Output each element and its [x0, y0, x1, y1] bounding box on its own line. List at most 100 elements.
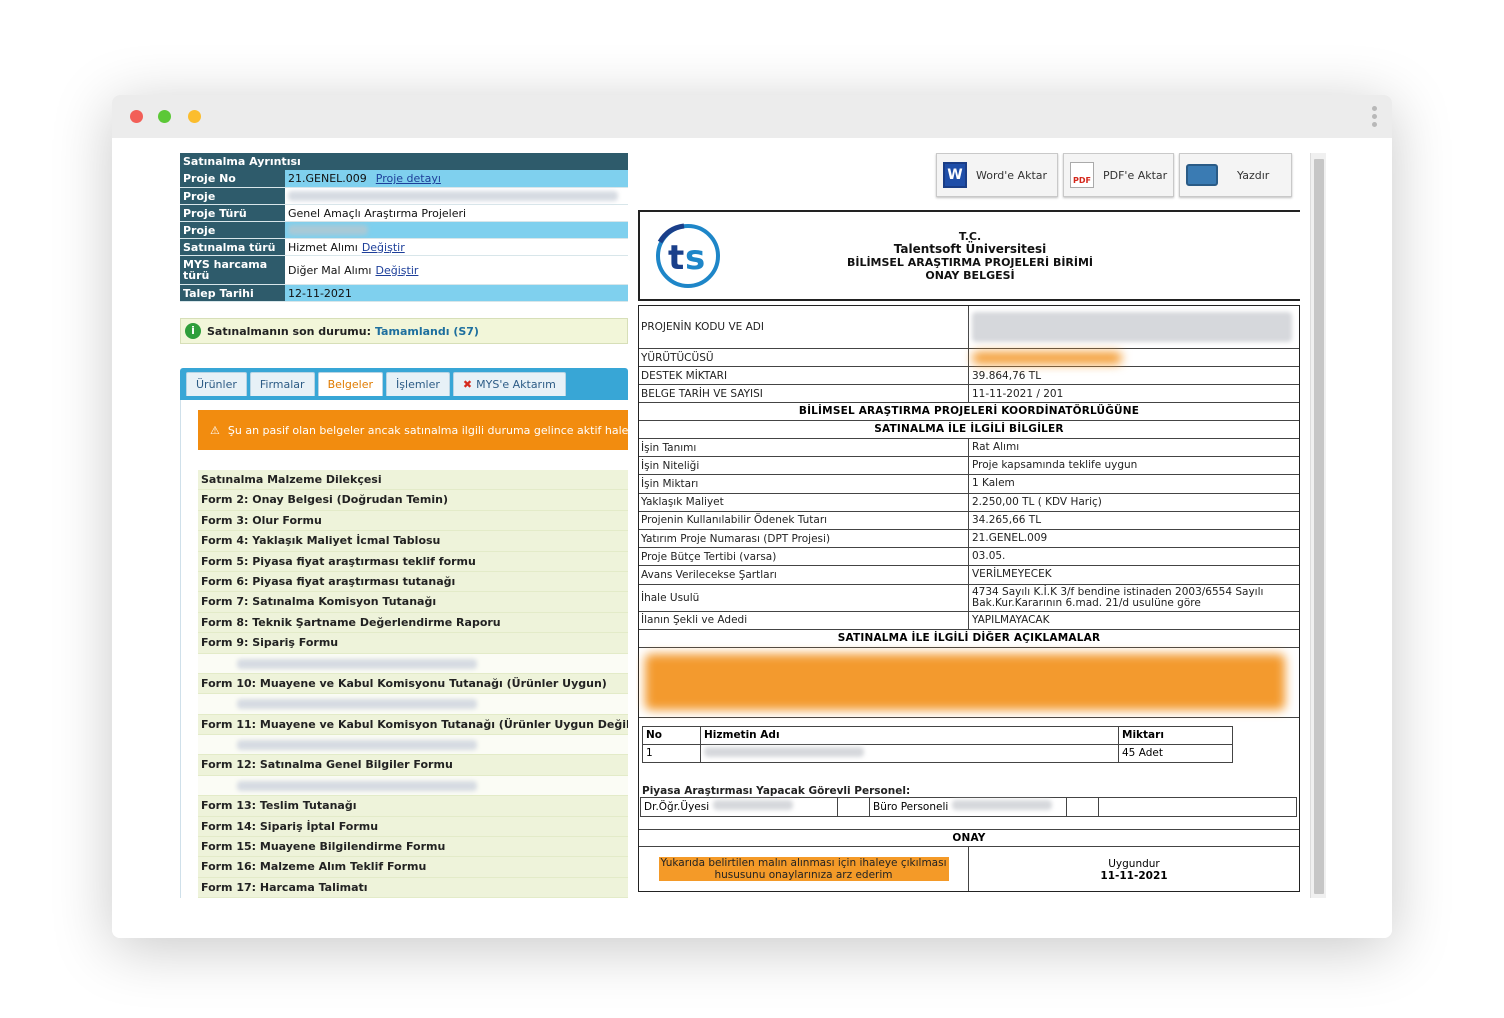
- other-notes-redacted: [639, 648, 1299, 718]
- personnel-table: Dr.Öğr.Üyesi Büro Personeli: [640, 796, 1297, 817]
- tab-mys-label: MYS'e Aktarım: [476, 378, 556, 391]
- document-list-item[interactable]: Satınalma Malzeme Dilekçesi: [198, 470, 628, 491]
- status-label: Satınalmanın son durumu:: [207, 324, 371, 338]
- warning-banner: ⚠ Şu an pasif olan belgeler ancak satına…: [198, 410, 628, 450]
- right-edge: [1326, 153, 1330, 898]
- document-list-item[interactable]: Form 8: Teknik Şartname Değerlendirme Ra…: [198, 612, 628, 634]
- tab-documents[interactable]: Belgeler: [317, 372, 384, 396]
- page-background: Satınalma Ayrıntısı Proje No 21.GENEL.00…: [0, 0, 1504, 1018]
- detail-label: Proje: [180, 188, 285, 204]
- detail-label: MYS harcama türü: [180, 256, 285, 284]
- executor-redacted: [285, 222, 628, 238]
- scrollbar-thumb[interactable]: [1314, 159, 1324, 894]
- project-detail-link[interactable]: Proje detayı: [376, 172, 441, 185]
- tab-products[interactable]: Ürünler: [186, 372, 247, 396]
- tab-mys-transfer[interactable]: ✖ MYS'e Aktarım: [452, 372, 566, 396]
- detail-row-executor: Proje Yürütücüsü: [180, 222, 628, 254]
- document-list-item[interactable]: Form 15: Muayene Bilgilendirme Formu: [198, 837, 628, 858]
- service-col-name: Hizmetin Adı: [700, 725, 1119, 745]
- form-label: DESTEK MİKTARI: [639, 367, 969, 384]
- purchase-status-bar: i Satınalmanın son durumu: Tamamlandı (S…: [180, 318, 628, 344]
- form-label: İşin Niteliği: [639, 457, 969, 475]
- window-content: Satınalma Ayrıntısı Proje No 21.GENEL.00…: [112, 138, 1392, 938]
- document-list-item[interactable]: Form 7: Satınalma Komisyon Tutanağı: [198, 592, 628, 613]
- document-list-item[interactable]: Form 2: Onay Belgesi (Doğrudan Temin): [198, 490, 628, 511]
- document-list-item[interactable]: Form 16: Malzeme Alım Teklif Formu: [198, 857, 628, 878]
- detail-table-header: Satınalma Ayrıntısı: [180, 153, 628, 170]
- change-purchase-type-link[interactable]: Değiştir: [362, 241, 405, 254]
- personnel-1: Dr.Öğr.Üyesi: [640, 796, 838, 817]
- form-row-executor: YÜRÜTÜCÜSÜ: [639, 349, 1299, 367]
- word-icon: W: [943, 162, 967, 188]
- executor-redacted: [969, 349, 1299, 366]
- print-button[interactable]: Yazdır: [1179, 153, 1292, 197]
- document-list-item[interactable]: Form 11: Muayene ve Kabul Komisyon Tutan…: [198, 714, 628, 736]
- close-window-button[interactable]: [130, 110, 143, 123]
- form-label: İhale Usulü: [639, 584, 969, 611]
- document-list-item[interactable]: Form 5: Piyasa fiyat araştırması teklif …: [198, 551, 628, 572]
- purchase-type-value: Hizmet Alımı: [288, 240, 358, 254]
- form-label: İşin Miktarı: [639, 475, 969, 493]
- minimize-window-button[interactable]: [188, 110, 201, 123]
- detail-row-project-no: Proje No 21.GENEL.009 Proje detayı: [180, 170, 628, 188]
- form-label: PROJENİN KODU VE ADI: [639, 306, 969, 348]
- form-row-support: DESTEK MİKTARI 39.864,76 TL: [639, 367, 1299, 385]
- form-value: 03.05.: [972, 550, 1006, 563]
- form-row-doc-date: BELGE TARİH VE SAYISI 11-11-2021 / 201: [639, 385, 1299, 403]
- coordinator-heading: BİLİMSEL ARAŞTIRMA PROJELERİ KOORDİNATÖR…: [639, 403, 1299, 421]
- letterhead-university: Talentsoft Üniversitesi: [893, 242, 1047, 256]
- personnel-empty: [1098, 796, 1297, 817]
- letterhead-text: T.C. Talentsoft Üniversitesi BİLİMSEL AR…: [640, 230, 1300, 282]
- document-scrollbar[interactable]: [1310, 153, 1326, 898]
- document-list-item[interactable]: Form 3: Olur Formu: [198, 510, 628, 532]
- personnel-spacer: [837, 796, 870, 817]
- form-value: 1 Kalem: [972, 477, 1015, 490]
- document-list-item[interactable]: Form 6: Piyasa fiyat araştırması tutanağ…: [198, 571, 628, 593]
- document-sub-item-redacted: [198, 735, 628, 756]
- document-sub-item-redacted: [198, 775, 628, 797]
- document-list-item[interactable]: Form 9: Sipariş Formu: [198, 633, 628, 654]
- tab-firms[interactable]: Firmalar: [249, 372, 315, 396]
- form-value: Proje kapsamında teklife uygun: [972, 459, 1138, 472]
- document-list-item[interactable]: Form 13: Teslim Tutanağı: [198, 796, 628, 817]
- form-label: İlanın Şekli ve Adedi: [639, 611, 969, 629]
- onay-date: 11-11-2021: [1100, 869, 1168, 882]
- onay-heading-row: ONAY: [639, 828, 1299, 847]
- approval-form-table: PROJENİN KODU VE ADI YÜRÜTÜCÜSÜ DESTEK M…: [638, 305, 1300, 892]
- approval-document-panel: W Word'e Aktar PDF PDF'e Aktar Yazdır t …: [636, 153, 1300, 898]
- document-list-item[interactable]: Form 14: Sipariş İptal Formu: [198, 816, 628, 838]
- form-info-row: Avans Verilecekse Şartları VERİLMEYECEK: [639, 566, 1299, 585]
- approval-document: t s T.C. Talentsoft Üniversitesi BİLİMSE…: [638, 210, 1300, 892]
- service-qty: 45 Adet: [1118, 743, 1233, 763]
- detail-row-purchase-type: Satınalma türü Hizmet Alımı Değiştir: [180, 239, 628, 256]
- form-value: 39.864,76 TL: [972, 369, 1042, 382]
- form-info-row: İşin Tanımı Rat Alımı: [639, 439, 1299, 458]
- document-list-item[interactable]: Form 17: Harcama Talimatı: [198, 877, 628, 898]
- warning-icon: ⚠: [210, 423, 220, 437]
- export-pdf-button[interactable]: PDF PDF'e Aktar: [1063, 153, 1174, 197]
- warning-text: Şu an pasif olan belgeler ancak satınalm…: [227, 423, 628, 437]
- print-label: Yazdır: [1237, 168, 1270, 182]
- detail-label: Proje Türü: [180, 205, 285, 221]
- maximize-window-button[interactable]: [158, 110, 171, 123]
- document-list-item[interactable]: Form 4: Yaklaşık Maliyet İcmal Tablosu: [198, 531, 628, 552]
- letterhead-unit: BİLİMSEL ARAŞTIRMA PROJELERİ BİRİMİ: [846, 256, 1094, 269]
- more-options-icon[interactable]: [1372, 106, 1378, 128]
- detail-label: Satınalma türü: [180, 239, 285, 255]
- form-value: YAPILMAYACAK: [972, 613, 1050, 626]
- document-list-item[interactable]: Form 12: Satınalma Genel Bilgiler Formu: [198, 755, 628, 776]
- export-word-button[interactable]: W Word'e Aktar: [936, 153, 1058, 197]
- document-sub-item-redacted: [198, 653, 628, 674]
- project-type-value: Genel Amaçlı Araştırma Projeleri: [285, 205, 628, 221]
- change-mys-type-link[interactable]: Değiştir: [376, 264, 419, 277]
- close-icon: ✖: [462, 378, 473, 391]
- detail-value: Diğer Mal Alımı Değiştir: [285, 256, 628, 284]
- form-value: Rat Alımı: [972, 441, 1020, 454]
- document-list-item[interactable]: Form 10: Muayene ve Kabul Komisyonu Tuta…: [198, 673, 628, 695]
- form-info-row: Projenin Kullanılabilir Ödenek Tutarı 34.…: [639, 511, 1299, 530]
- onay-approval: Uygundur 11-11-2021: [969, 847, 1299, 891]
- purchase-detail-panel: Satınalma Ayrıntısı Proje No 21.GENEL.00…: [180, 153, 628, 898]
- project-code-redacted: [969, 306, 1299, 348]
- tab-operations[interactable]: İşlemler: [386, 372, 450, 396]
- form-label: Proje Bütçe Tertibi (varsa): [639, 548, 969, 566]
